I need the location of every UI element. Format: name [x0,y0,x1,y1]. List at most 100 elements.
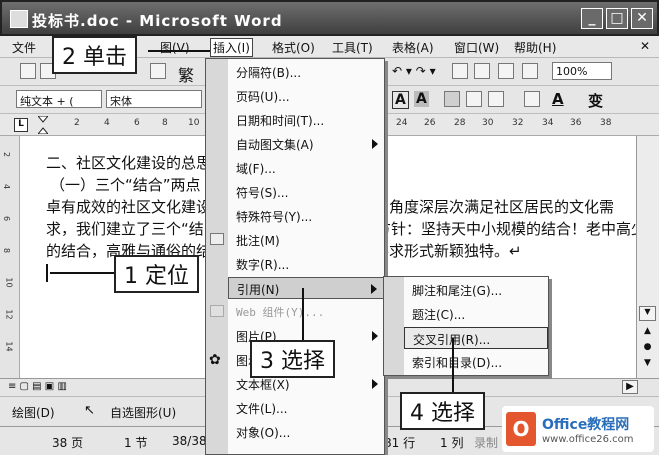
insert-table-icon[interactable] [498,63,514,79]
menu-item-label: 对象(O)... [236,426,291,440]
office-logo-icon: O [506,412,536,446]
menu-item-symbol[interactable]: 符号(S)... [228,181,384,203]
menu-file[interactable]: 文件 [12,39,36,56]
font-color-icon[interactable]: A [552,90,564,108]
columns-icon[interactable] [522,63,538,79]
doc-line: 卓有成效的社区文化建设 [46,198,212,216]
font-select[interactable]: 宋体 [106,90,202,108]
vruler-number: 12 [4,309,14,320]
hyperlink-icon[interactable] [452,63,468,79]
prev-page-icon[interactable]: ▲ [639,326,656,340]
next-page-icon[interactable]: ▼ [639,358,656,372]
menu-table[interactable]: 表格(A) [392,39,434,56]
word-app-icon[interactable] [10,10,28,28]
menu-item-cross-reference[interactable]: 交叉引用(R)... [404,327,548,349]
menu-item-special-symbol[interactable]: 特殊符号(Y)... [228,205,384,227]
menu-item-label: 特殊符号(Y)... [236,210,313,224]
text-cursor [46,264,48,282]
menu-item-autotext[interactable]: 自动图文集(A) [228,133,384,155]
style-select[interactable]: 纯文本 + ( [16,90,102,108]
view-buttons-icon[interactable]: ≡ ▢ ▤ ▣ ▥ [8,381,67,392]
menu-item-field[interactable]: 域(F)... [228,157,384,179]
menu-item-break[interactable]: 分隔符(B)... [228,61,384,83]
menu-format[interactable]: 格式(O) [272,39,315,56]
menu-item-reference[interactable]: 引用(N) [228,277,384,299]
window-title: 投标书.doc - Microsoft Word [32,12,283,30]
menu-help[interactable]: 帮助(H) [514,39,556,56]
ruler-number: 4 [104,118,110,128]
indent-marker-icon[interactable] [36,115,50,135]
vruler-number: 14 [4,341,14,352]
menu-tools[interactable]: 工具(T) [332,39,373,56]
menu-item-page-numbers[interactable]: 页码(U)... [228,85,384,107]
ruler-number: 36 [570,118,582,128]
menu-item-footnote[interactable]: 脚注和尾注(G)... [404,279,548,301]
callout-step-4: 4 选择 [400,392,485,430]
comment-icon [210,233,224,245]
menu-window[interactable]: 窗口(W) [454,39,499,56]
ruler-number: 24 [396,118,408,128]
vruler-number: 10 [4,277,14,288]
undo-icon[interactable]: ↶ ▾ ↷ ▾ [392,64,436,78]
callout-leader [50,272,114,274]
menu-insert[interactable]: 插入(I) [210,38,253,57]
doc-line: 二、社区文化建设的总思 [46,154,212,172]
doc-line: 要求形式新颖独特。↵ [374,242,522,260]
callout-step-2: 2 单击 [52,36,137,74]
maximize-button[interactable]: □ [606,8,628,29]
vertical-ruler[interactable]: 2 4 6 8 10 12 14 [0,136,20,378]
scroll-down-icon[interactable]: ▼ [639,306,656,321]
submenu-arrow-icon [372,331,378,341]
traditional-chinese-icon[interactable]: 繁 [178,62,194,86]
diagram-icon: ✿ [209,352,221,368]
callout-step-1: 1 定位 [114,255,199,293]
vruler-number: 6 [2,215,12,222]
ruler-number: 28 [454,118,466,128]
web-component-icon [210,305,224,317]
title-bar: 投标书.doc - Microsoft Word _ □ ✕ [0,0,659,36]
align-left-icon[interactable] [444,91,460,107]
menu-item-object[interactable]: 对象(O)... [228,421,384,443]
print-preview-icon[interactable] [150,63,166,79]
tab-selector[interactable]: L [14,118,28,132]
doc-line: （一）三个“结合”两点 [50,176,201,194]
align-center-icon[interactable] [466,91,482,107]
menu-item-label: 文本框(X) [236,378,290,392]
select-browse-object-icon[interactable]: ● [639,342,656,356]
close-document-icon[interactable]: ✕ [640,39,650,53]
menu-view[interactable]: 图(V) [160,39,190,56]
scroll-right-icon[interactable]: ▶ [622,380,638,394]
tables-borders-icon[interactable] [474,63,490,79]
vertical-scrollbar[interactable]: ▼ ▲ ● ▼ [636,136,659,378]
ruler-number: 30 [482,118,494,128]
menu-item-label: 数字(R)... [236,258,290,272]
submenu-arrow-icon [372,139,378,149]
ruler-number: 2 [74,118,80,128]
menu-item-index-toc[interactable]: 索引和目录(D)... [404,351,548,373]
ruler-number: 8 [162,118,168,128]
char-border-icon[interactable]: A [392,91,409,109]
menu-item-number[interactable]: 数字(R)... [228,253,384,275]
menu-item-file[interactable]: 文件(L)... [228,397,384,419]
close-button[interactable]: ✕ [631,8,653,29]
office-tutorial-logo: O Office教程网 www.office26.com [502,406,654,452]
status-section: 1 节 [124,436,148,450]
align-right-icon[interactable] [488,91,504,107]
char-shading-icon[interactable]: A [414,91,429,107]
line-spacing-icon[interactable] [524,91,540,107]
menu-icon-gutter [206,59,228,454]
menu-item-date-time[interactable]: 日期和时间(T)... [228,109,384,131]
menu-item-caption[interactable]: 题注(C)... [404,303,548,325]
menu-item-comment[interactable]: 批注(M) [228,229,384,251]
callout-leader [302,288,304,340]
autoshapes-button[interactable]: 自选图形(U) [110,404,176,421]
draw-menu-button[interactable]: 绘图(D) [12,404,55,421]
change-case-icon[interactable]: 变 [588,90,603,111]
zoom-select[interactable]: 100% [552,62,612,80]
minimize-button[interactable]: _ [581,8,603,29]
status-column: 1 列 [440,436,464,450]
ruler-number: 6 [134,118,140,128]
select-objects-icon[interactable]: ↖ [84,403,95,418]
new-document-icon[interactable] [20,63,36,79]
doc-line: 方针：坚持天中小规模的结合！老中高少 [376,220,647,238]
